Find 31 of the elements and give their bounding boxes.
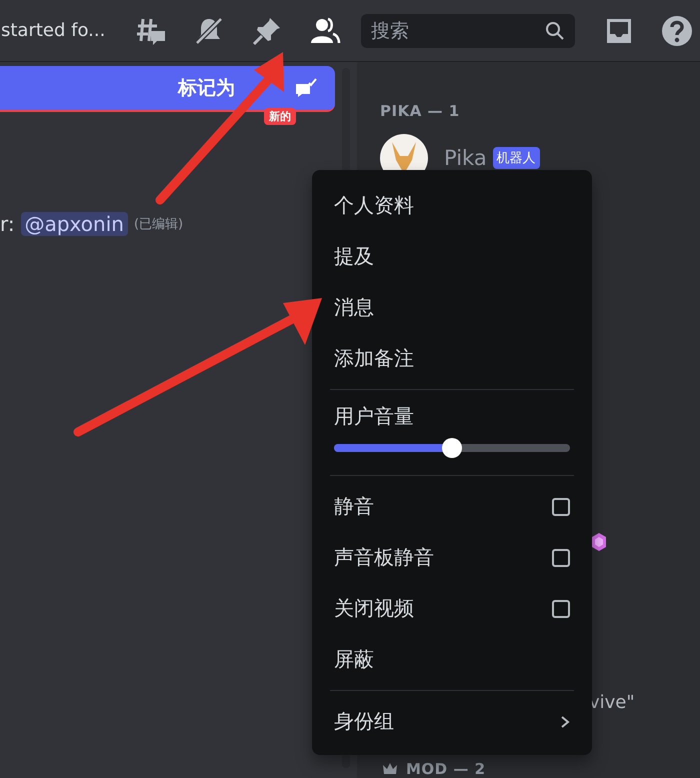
menu-item[interactable]: 消息 xyxy=(320,282,584,333)
help-icon[interactable] xyxy=(661,14,693,46)
checkbox[interactable] xyxy=(552,600,570,618)
checkbox[interactable] xyxy=(552,498,570,516)
message-text: r: xyxy=(0,212,15,236)
chat-check-icon xyxy=(295,78,317,98)
volume-label: 用户音量 xyxy=(334,403,415,430)
checkbox[interactable] xyxy=(552,548,570,566)
member-group-title: MOD — 2 xyxy=(406,760,486,778)
menu-item[interactable]: 身份组 xyxy=(320,696,584,747)
menu-item[interactable]: 屏蔽 xyxy=(320,634,584,685)
boost-icon xyxy=(591,532,607,552)
crown-icon xyxy=(382,762,398,776)
menu-item[interactable]: 静音 xyxy=(320,481,584,532)
channel-title: started fo... xyxy=(1,20,106,41)
member-group-title: PIKA — 1 xyxy=(380,102,461,120)
menu-item[interactable]: 添加备注 xyxy=(320,333,584,384)
search-field[interactable]: 搜索 xyxy=(361,14,575,48)
volume-slider[interactable] xyxy=(334,438,570,458)
menu-item[interactable]: 关闭视频 xyxy=(320,583,584,634)
edited-label: (已编辑) xyxy=(134,216,184,233)
mark-read-banner[interactable]: 标记为 xyxy=(0,66,335,112)
bot-tag: 机器人 xyxy=(492,147,540,169)
member-name[interactable]: Pika xyxy=(444,146,487,170)
mention-link[interactable]: @apxonin xyxy=(20,212,128,236)
search-icon xyxy=(545,20,565,40)
menu-item[interactable]: 声音板静音 xyxy=(320,532,584,583)
chevron-icon xyxy=(560,714,570,728)
menu-item[interactable]: 提及 xyxy=(320,231,584,282)
menu-item[interactable]: 个人资料 xyxy=(320,180,584,231)
new-badge: 新的 xyxy=(264,108,296,125)
